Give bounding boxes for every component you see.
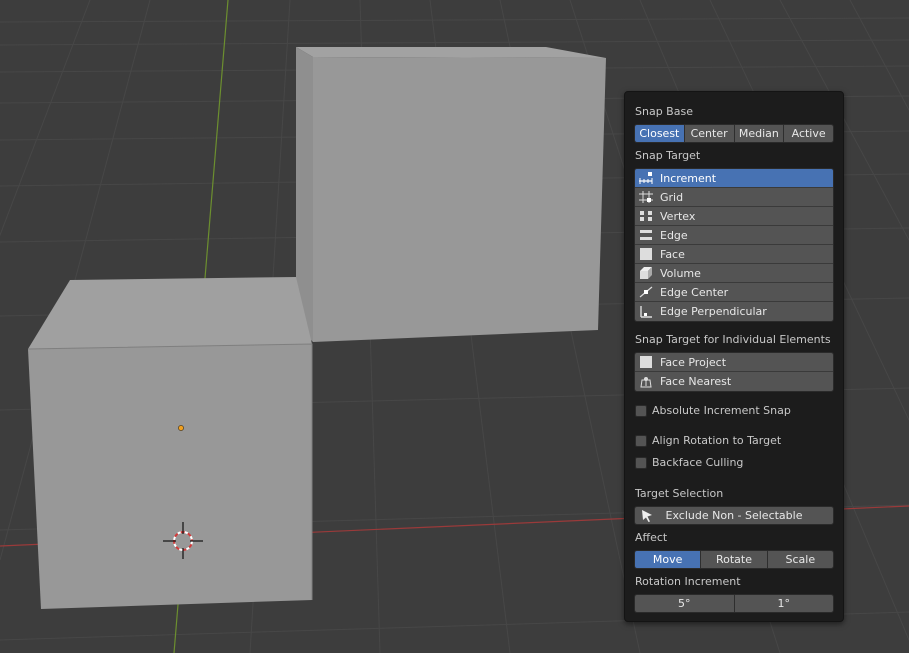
snap-base-active-button[interactable]: Active: [784, 125, 833, 142]
snapping-popover: Snap Base Closest Center Median Active S…: [624, 91, 844, 622]
snap-target-vertex[interactable]: Vertex: [635, 207, 833, 226]
snap-individual-face-nearest[interactable]: Face Nearest: [635, 372, 833, 391]
snap-base-selector: Closest Center Median Active: [634, 124, 834, 143]
snap-individual-face-project-label: Face Project: [660, 355, 727, 369]
absolute-increment-snap-box[interactable]: [635, 404, 647, 417]
snap-base-label: Snap Base: [635, 105, 693, 118]
affect-move-button[interactable]: Move: [635, 551, 702, 568]
snap-target-edge[interactable]: Edge: [635, 226, 833, 245]
snap-target-edge-label: Edge: [660, 228, 688, 242]
edge-icon: [639, 229, 653, 241]
backface-culling-label: Backface Culling: [652, 456, 744, 469]
snap-target-volume[interactable]: Volume: [635, 264, 833, 283]
edge-center-icon: [639, 286, 653, 298]
align-rotation-box[interactable]: [635, 434, 647, 447]
snap-target-increment-label: Increment: [660, 171, 717, 185]
snap-target-list: Increment Grid Vertex Edge Face Volume E…: [634, 168, 834, 322]
affect-selector: Move Rotate Scale: [634, 550, 834, 569]
affect-label: Affect: [635, 531, 668, 544]
increment-icon: [639, 172, 653, 184]
snap-individual-face-project[interactable]: Face Project: [635, 353, 833, 372]
object-origin: [178, 425, 184, 431]
edge-perpendicular-icon: [639, 305, 653, 318]
snap-target-face-label: Face: [660, 247, 685, 261]
snap-base-center-button[interactable]: Center: [684, 125, 735, 142]
snap-base-closest-button[interactable]: Closest: [635, 125, 685, 142]
snap-target-increment[interactable]: Increment: [635, 169, 833, 188]
snap-target-edge-perpendicular[interactable]: Edge Perpendicular: [635, 302, 833, 321]
vertex-icon: [639, 210, 653, 222]
snap-target-edge-center-label: Edge Center: [660, 285, 729, 299]
face-icon: [639, 248, 653, 260]
snap-target-vertex-label: Vertex: [660, 209, 696, 223]
rotation-increment-coarse-field[interactable]: 5°: [635, 595, 735, 612]
snap-target-volume-label: Volume: [660, 266, 701, 280]
absolute-increment-snap-checkbox[interactable]: Absolute Increment Snap: [635, 404, 791, 417]
snap-individual-face-nearest-label: Face Nearest: [660, 375, 732, 388]
volume-icon: [639, 267, 653, 279]
snap-target-edge-center[interactable]: Edge Center: [635, 283, 833, 302]
affect-rotate-button[interactable]: Rotate: [701, 551, 768, 568]
back-cube[interactable]: [296, 47, 606, 342]
snap-target-face[interactable]: Face: [635, 245, 833, 264]
affect-scale-button[interactable]: Scale: [767, 551, 833, 568]
backface-culling-box[interactable]: [635, 456, 647, 469]
backface-culling-checkbox[interactable]: Backface Culling: [635, 456, 743, 469]
rotation-increment-fine-field[interactable]: 1°: [734, 595, 833, 612]
front-cube[interactable]: [27, 277, 313, 609]
snap-individual-list: Face Project Face Nearest: [634, 352, 834, 392]
align-rotation-checkbox[interactable]: Align Rotation to Target: [635, 434, 781, 447]
rotation-increment-label: Rotation Increment: [635, 575, 741, 588]
absolute-increment-snap-label: Absolute Increment Snap: [652, 404, 791, 417]
snap-target-label: Snap Target: [635, 149, 701, 162]
rotation-increment-fields: 5° 1°: [634, 594, 834, 613]
align-rotation-label: Align Rotation to Target: [652, 434, 782, 447]
face-project-icon: [639, 356, 653, 368]
grid-icon: [639, 191, 653, 203]
snap-base-median-button[interactable]: Median: [734, 125, 785, 142]
cursor-arrow-icon: [640, 509, 654, 523]
snap-target-grid-label: Grid: [660, 190, 684, 204]
snap-target-grid[interactable]: Grid: [635, 188, 833, 207]
face-nearest-icon: [639, 376, 653, 388]
target-selection-label: Target Selection: [635, 487, 724, 500]
snap-individual-label: Snap Target for Individual Elements: [635, 333, 831, 346]
target-selection-value: Exclude Non - Selectable: [665, 509, 803, 522]
target-selection-dropdown[interactable]: Exclude Non - Selectable: [634, 506, 834, 525]
snap-target-edge-perpendicular-label: Edge Perpendicular: [660, 305, 767, 318]
